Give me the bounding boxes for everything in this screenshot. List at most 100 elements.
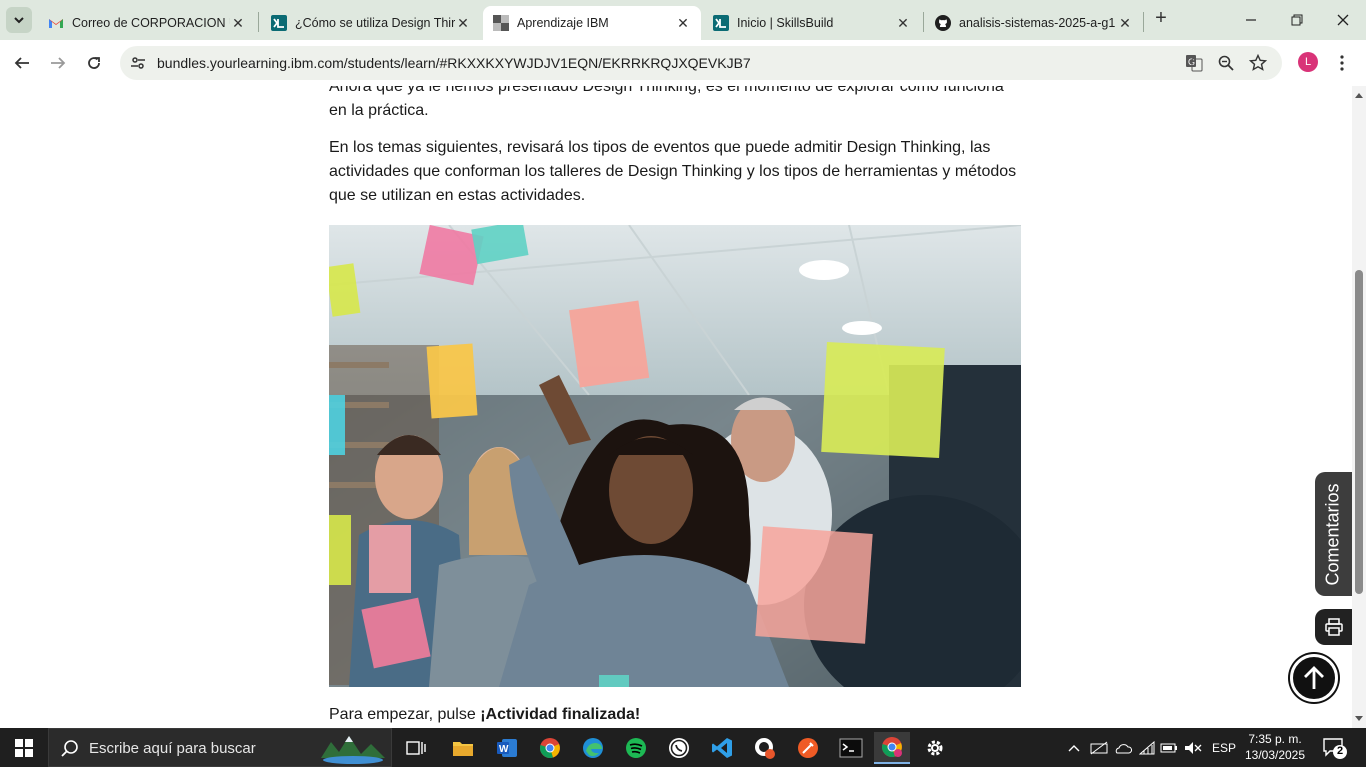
tab-design-thinking[interactable]: ¿Cómo se utiliza Design Thir ✕ bbox=[261, 6, 481, 40]
browser-menu-button[interactable] bbox=[1336, 53, 1348, 73]
vscode-app[interactable] bbox=[704, 732, 740, 764]
start-button[interactable] bbox=[0, 728, 48, 767]
tab-title: Aprendizaje IBM bbox=[517, 16, 609, 30]
tray-volume-muted-icon[interactable] bbox=[1182, 728, 1204, 767]
tab-title: ¿Cómo se utiliza Design Thir bbox=[295, 16, 455, 30]
profile-avatar[interactable]: L bbox=[1298, 52, 1318, 72]
taskbar-clock[interactable]: 7:35 p. m. 13/03/2025 bbox=[1240, 731, 1310, 763]
word-app[interactable]: W bbox=[489, 732, 525, 764]
topics-paragraph: En los temas siguientes, revisará los ti… bbox=[329, 139, 1017, 204]
gmail-icon bbox=[48, 15, 64, 31]
scroll-to-top-button[interactable] bbox=[1290, 654, 1338, 702]
notification-count: 2 bbox=[1336, 745, 1344, 757]
svg-text:W: W bbox=[499, 744, 509, 755]
postman-icon bbox=[798, 738, 818, 758]
tab-search-button[interactable] bbox=[6, 7, 32, 33]
minimize-button[interactable] bbox=[1228, 0, 1274, 40]
windows-logo-icon bbox=[15, 738, 33, 757]
whatsapp-app[interactable] bbox=[661, 732, 697, 764]
folder-icon bbox=[453, 742, 473, 756]
arrow-left-icon bbox=[14, 57, 29, 69]
printer-icon bbox=[1324, 618, 1343, 636]
terminal-icon bbox=[839, 738, 863, 758]
tray-battery-icon[interactable] bbox=[1158, 728, 1180, 767]
new-tab-button[interactable]: + bbox=[1150, 8, 1172, 30]
terminal-app[interactable] bbox=[833, 732, 869, 764]
url-text: bundles.yourlearning.ibm.com/students/le… bbox=[157, 55, 751, 71]
whatsapp-icon bbox=[669, 738, 689, 758]
tray-network-offline-icon[interactable] bbox=[1088, 728, 1110, 767]
chrome-app[interactable] bbox=[532, 732, 568, 764]
close-icon[interactable]: ✕ bbox=[675, 15, 691, 31]
yourlearning-icon bbox=[271, 15, 287, 31]
tab-divider bbox=[923, 12, 924, 32]
chrome-icon bbox=[882, 737, 902, 757]
tab-aprendizaje-ibm[interactable]: Aprendizaje IBM ✕ bbox=[483, 6, 701, 40]
feedback-button[interactable]: Comentarios bbox=[1315, 472, 1352, 596]
search-icon bbox=[61, 740, 78, 757]
page-content: Ahora que ya le hemos presentado Design … bbox=[0, 86, 1352, 728]
github-desktop-app[interactable] bbox=[747, 732, 783, 764]
back-button[interactable] bbox=[10, 51, 34, 75]
notification-center-button[interactable]: 2 bbox=[1322, 736, 1348, 760]
tray-overflow-button[interactable] bbox=[1064, 728, 1084, 767]
close-icon[interactable]: ✕ bbox=[1117, 15, 1133, 31]
tab-divider bbox=[258, 12, 259, 32]
close-window-button[interactable] bbox=[1320, 0, 1366, 40]
word-icon: W bbox=[497, 739, 517, 757]
start-instruction-prefix: Para empezar, pulse bbox=[329, 706, 481, 723]
site-info-icon[interactable] bbox=[128, 53, 148, 73]
tab-skillsbuild[interactable]: Inicio | SkillsBuild ✕ bbox=[703, 6, 921, 40]
edge-icon bbox=[583, 738, 603, 758]
ibm-icon bbox=[493, 15, 509, 31]
restore-button[interactable] bbox=[1274, 0, 1320, 40]
intro-line-2: en la práctica. bbox=[329, 102, 429, 119]
spotify-app[interactable] bbox=[618, 732, 654, 764]
intro-paragraph-partial: Ahora que ya le hemos presentado Design … bbox=[329, 86, 1019, 123]
scrollbar-thumb[interactable] bbox=[1355, 270, 1363, 594]
intro-line-1: Ahora que ya le hemos presentado Design … bbox=[329, 86, 1004, 95]
vscode-icon bbox=[712, 738, 732, 758]
tray-onedrive-icon[interactable] bbox=[1112, 728, 1134, 767]
yourlearning-icon bbox=[713, 15, 729, 31]
close-icon bbox=[1337, 14, 1349, 26]
tab-github[interactable]: analisis-sistemas-2025-a-g1 ✕ bbox=[925, 6, 1143, 40]
tray-wifi-icon[interactable] bbox=[1136, 728, 1158, 767]
file-explorer-app[interactable] bbox=[445, 732, 481, 764]
feedback-label: Comentarios bbox=[1323, 482, 1344, 586]
design-thinking-photo bbox=[329, 225, 1021, 687]
tab-gmail[interactable]: Correo de CORPORACION U ✕ bbox=[38, 6, 256, 40]
reload-icon bbox=[88, 57, 100, 69]
task-view-button[interactable] bbox=[398, 732, 434, 764]
bookmark-star-icon[interactable] bbox=[1248, 53, 1268, 73]
notification-icon bbox=[1323, 738, 1347, 759]
restore-icon bbox=[1291, 14, 1303, 26]
forward-button[interactable] bbox=[46, 51, 70, 75]
print-button[interactable] bbox=[1315, 609, 1352, 645]
clock-date: 13/03/2025 bbox=[1244, 748, 1306, 762]
zoom-icon[interactable] bbox=[1216, 53, 1236, 73]
edge-app[interactable] bbox=[575, 732, 611, 764]
chrome-profile-app[interactable] bbox=[874, 732, 910, 764]
close-icon[interactable]: ✕ bbox=[455, 15, 471, 31]
scroll-down-arrow-icon[interactable] bbox=[1352, 712, 1366, 726]
close-icon[interactable]: ✕ bbox=[895, 15, 911, 31]
address-bar[interactable]: bundles.yourlearning.ibm.com/students/le… bbox=[120, 46, 1282, 80]
activity-finished-emphasis: ¡Actividad finalizada! bbox=[480, 706, 641, 723]
settings-app[interactable] bbox=[917, 732, 953, 764]
reload-button[interactable] bbox=[82, 51, 106, 75]
browser-toolbar: bundles.yourlearning.ibm.com/students/le… bbox=[0, 40, 1366, 86]
start-instruction: Para empezar, pulse ¡Actividad finalizad… bbox=[329, 706, 640, 724]
gear-icon bbox=[927, 740, 943, 756]
translate-icon[interactable]: G bbox=[1184, 53, 1204, 73]
taskbar-search[interactable]: Escribe aquí para buscar bbox=[48, 728, 392, 767]
clock-time: 7:35 p. m. bbox=[1248, 732, 1302, 746]
minimize-icon bbox=[1246, 19, 1256, 21]
spotify-icon bbox=[626, 738, 646, 758]
close-icon[interactable]: ✕ bbox=[230, 15, 246, 31]
tray-language[interactable]: ESP bbox=[1206, 728, 1242, 767]
postman-app[interactable] bbox=[790, 732, 826, 764]
scroll-up-arrow-icon[interactable] bbox=[1352, 88, 1366, 102]
github-desktop-icon bbox=[755, 738, 775, 759]
page-scrollbar[interactable] bbox=[1352, 86, 1366, 728]
